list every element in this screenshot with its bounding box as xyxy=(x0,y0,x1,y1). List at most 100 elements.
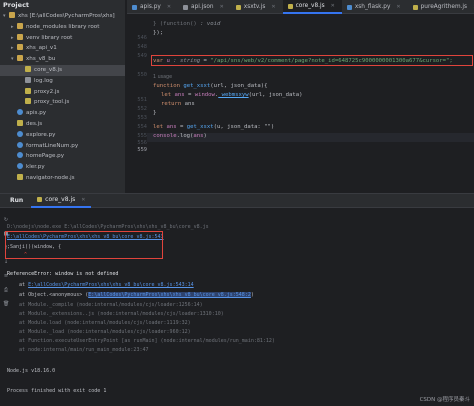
project-tree-item[interactable]: formatLineNum.py xyxy=(0,141,125,152)
code-function: _webmsxyw xyxy=(218,92,249,98)
close-icon[interactable]: ✕ xyxy=(220,0,224,14)
editor-tab[interactable]: apis.py ✕ xyxy=(127,0,178,14)
code-keyword: return xyxy=(161,101,182,107)
editor-tab-label: api.json xyxy=(191,4,214,10)
code-token: } (function() xyxy=(153,21,201,27)
watermark: CSDN @程序员秦斗 xyxy=(419,397,470,403)
stack-frame-prefix: at xyxy=(7,282,29,288)
project-panel: Project ▾ xhs [E:\allCodes\PycharmPros\xh… xyxy=(0,0,126,193)
editor-panel: apis.py ✕ api.json ✕ xsxtv.js ✕ core_v8.js ✕ xsh… xyxy=(127,0,474,193)
project-tree-item[interactable]: log.log xyxy=(0,76,125,87)
project-tree-item[interactable]: explore.py xyxy=(0,130,125,141)
code-variable: ans xyxy=(174,92,185,98)
project-tree-item-label: core_v8.js xyxy=(34,66,63,73)
js-file-icon xyxy=(17,173,23,180)
close-icon[interactable]: ✕ xyxy=(81,197,85,203)
project-tree-item[interactable]: proxy_tool.js xyxy=(0,97,125,108)
close-icon[interactable]: ✕ xyxy=(167,0,171,14)
code-line-current[interactable]: console.log(ans) xyxy=(153,133,207,139)
code-token: (url, json_data){ xyxy=(210,83,268,89)
stack-frame: at E:\allCodes\PycharmPros\xhs\xhs_v8_bu… xyxy=(7,282,194,288)
project-tree-item[interactable]: ▾ xhs [E:\allCodes\PycharmPros\xhs] xyxy=(0,11,125,22)
editor-tab[interactable]: xsxtv.js ✕ xyxy=(231,0,283,14)
project-tree-item[interactable]: navigator-node.js xyxy=(0,173,125,184)
highlight-box xyxy=(5,231,163,259)
code-token: (u, json_data: "") xyxy=(213,124,275,130)
code-variable: ans xyxy=(166,124,177,130)
close-icon[interactable]: ✕ xyxy=(331,0,335,13)
code-line[interactable]: }); xyxy=(153,30,163,36)
python-file-icon xyxy=(346,4,352,10)
type-hint: : void xyxy=(200,21,221,27)
run-config-tab-label: core_v8.js xyxy=(45,196,76,203)
editor-tab-label: xsh_flask.py xyxy=(354,4,391,10)
close-icon[interactable]: ✕ xyxy=(271,0,275,14)
python-file-icon xyxy=(17,130,23,137)
code-variable: ans xyxy=(193,133,204,139)
project-tree-item-label: explore.py xyxy=(26,131,56,138)
stack-frame-link[interactable]: E:\allCodes\PycharmPros\xhs\xhs_v8_bu\co… xyxy=(28,282,194,288)
project-panel-title[interactable]: Project xyxy=(0,0,125,11)
down-icon[interactable]: ↓ xyxy=(3,259,9,265)
rerun-icon[interactable]: ↻ xyxy=(3,217,9,223)
editor-tab-label: core_v8.js xyxy=(295,3,325,9)
line-number: 549 xyxy=(137,53,147,59)
editor-tab[interactable]: pureAgrithem.js✕ xyxy=(408,0,474,14)
project-tree: ▾ xhs [E:\allCodes\PycharmPros\xhs] ▸ node_… xyxy=(0,11,125,184)
line-number-current: 559 xyxy=(137,147,147,153)
folder-icon xyxy=(17,33,23,40)
project-tree-item-label: homePage.py xyxy=(26,153,65,160)
code-line[interactable]: let ans = get_xsxt(u, json_data: "") xyxy=(153,124,274,130)
project-tree-item-label: xhs_v8_bu xyxy=(26,56,56,63)
project-tree-item[interactable]: homePage.py xyxy=(0,151,125,162)
code-function: get_xsxt xyxy=(183,83,211,89)
project-tree-item[interactable]: kler.py xyxy=(0,162,125,173)
code-line[interactable]: } (function() : void xyxy=(153,21,220,27)
project-tree-item[interactable]: core_v8.js xyxy=(0,64,125,76)
editor-tab-label: xsxtv.js xyxy=(243,4,266,10)
project-tree-item[interactable]: des.js xyxy=(0,119,125,130)
close-icon[interactable]: ✕ xyxy=(396,0,400,14)
project-tree-item[interactable]: proxy2.js xyxy=(0,87,125,98)
editor-tabs: apis.py ✕ api.json ✕ xsxtv.js ✕ core_v8.js ✕ xsh… xyxy=(127,0,474,14)
editor-tab[interactable]: xsh_flask.py ✕ xyxy=(342,0,408,14)
node-version: Node.js v18.16.0 xyxy=(7,368,56,374)
line-number: 550 xyxy=(137,72,147,78)
js-file-icon xyxy=(17,119,23,126)
run-panel: Run core_v8.js ✕ ↻ ■ ↑ ↓ ≡ ⎙ 🗑 D:\nodejs… xyxy=(0,193,474,406)
project-tree-item[interactable]: ▸ xhs_api_v1 xyxy=(0,43,125,54)
code-keyword: let xyxy=(153,124,164,130)
stack-frame-link[interactable]: E:\allCodes\PycharmPros\xhs\xhs_v8_bu\co… xyxy=(88,292,251,298)
line-number: 554 xyxy=(137,124,147,130)
project-tree-item[interactable]: ▸ node_modules library root xyxy=(0,22,125,33)
editor-tab[interactable]: core_v8.js ✕ xyxy=(282,0,342,14)
project-tree-item-label: log.log xyxy=(34,77,53,84)
code-line[interactable]: } xyxy=(153,110,156,116)
editor-tab-label: apis.py xyxy=(140,4,161,10)
console-command: D:\nodejs\node.exe E:\allCodes\PycharmPr… xyxy=(7,224,209,230)
project-tree-item[interactable]: apis.py xyxy=(0,108,125,119)
project-tree-item[interactable]: ▾ xhs_v8_bu xyxy=(0,54,125,65)
project-tree-item[interactable]: ▸ venv library root xyxy=(0,33,125,44)
stack-frame: at Function.executeUserEntryPoint [as ru… xyxy=(7,338,275,344)
usages-hint[interactable]: 1 usage xyxy=(153,75,172,80)
code-token: } xyxy=(153,110,157,116)
line-number: 556 xyxy=(137,140,147,146)
code-variable: window xyxy=(194,92,215,98)
python-file-icon xyxy=(132,4,137,10)
code-token: ) xyxy=(203,133,207,139)
run-panel-title[interactable]: Run xyxy=(0,197,31,204)
line-number: 548 xyxy=(137,44,147,50)
project-tree-item-label: apis.py xyxy=(26,110,47,117)
code-line[interactable]: return ans xyxy=(161,101,195,107)
stack-frame: at Module._extensions..js (node:internal… xyxy=(7,311,224,317)
code-token: }); xyxy=(153,30,164,36)
project-tree-item-label: proxy2.js xyxy=(34,88,60,95)
stack-frame: at Module._compile (node:internal/module… xyxy=(7,302,203,308)
code-line[interactable]: let ans = window._webmsxyw(url, json_dat… xyxy=(161,92,303,98)
project-tree-item-label: formatLineNum.py xyxy=(26,142,79,149)
code-line[interactable]: function get_xsxt(url, json_data){ xyxy=(153,83,268,89)
line-number: 551 xyxy=(137,97,147,103)
editor-tab[interactable]: api.json ✕ xyxy=(178,0,231,14)
run-config-tab[interactable]: core_v8.js ✕ xyxy=(31,194,92,208)
